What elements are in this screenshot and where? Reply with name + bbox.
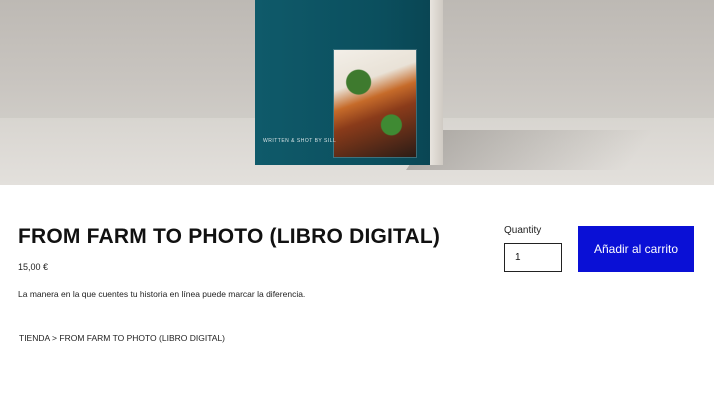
book-pages-edge xyxy=(430,0,443,165)
product-description: La manera en la que cuentes tu historia … xyxy=(18,289,306,299)
quantity-label: Quantity xyxy=(504,225,542,236)
product-hero-image: WRITTEN & SHOT BY SILL xyxy=(0,0,714,185)
product-price: 15,00 € xyxy=(18,262,49,272)
product-title: FROM FARM TO PHOTO (LIBRO DIGITAL) xyxy=(18,225,441,248)
quantity-input[interactable] xyxy=(504,243,562,272)
book-cover-photo xyxy=(334,50,416,157)
book-credit-text: WRITTEN & SHOT BY SILL xyxy=(263,138,337,144)
add-to-cart-button[interactable]: Añadir al carrito xyxy=(578,226,694,272)
breadcrumb[interactable]: TIENDA > FROM FARM TO PHOTO (LIBRO DIGIT… xyxy=(19,333,225,343)
book-shadow xyxy=(405,130,655,170)
